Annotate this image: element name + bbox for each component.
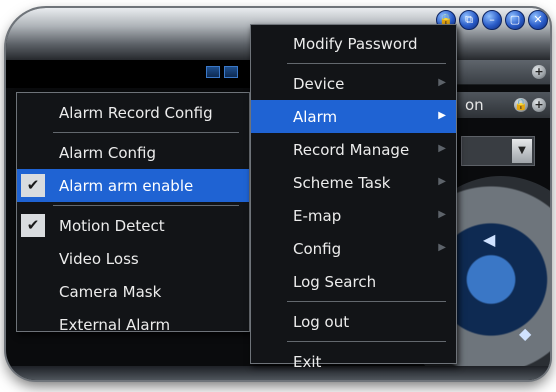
menu-item-alarm-record-config[interactable]: Alarm Record Config — [17, 96, 249, 129]
menu-item-exit[interactable]: Exit — [251, 345, 456, 378]
menu-item-label: Alarm Config — [59, 143, 157, 162]
menu-item-alarm[interactable]: Alarm ▶ — [251, 100, 456, 133]
submenu-arrow-icon: ▶ — [438, 77, 446, 88]
menu-item-label: Config — [293, 239, 342, 258]
menu-item-log-out[interactable]: Log out — [251, 305, 456, 338]
panel-lock-icon[interactable]: 🔒 — [514, 98, 528, 112]
menu-item-e-map[interactable]: E-map ▶ — [251, 199, 456, 232]
layout-single-icon[interactable] — [206, 66, 220, 78]
preset-dropdown[interactable]: ▼ — [461, 136, 535, 166]
close-icon[interactable]: ✕ — [528, 10, 548, 30]
restore-icon[interactable]: ⧉ — [459, 10, 479, 30]
menu-item-label: Modify Password — [293, 34, 418, 53]
menu-item-label: Device — [293, 74, 345, 93]
menu-item-scheme-task[interactable]: Scheme Task ▶ — [251, 166, 456, 199]
panel-title-partial: on — [465, 96, 484, 114]
menu-item-device[interactable]: Device ▶ — [251, 67, 456, 100]
submenu-arrow-icon: ▶ — [438, 176, 446, 187]
panel-title-bar: on 🔒 + — [451, 92, 550, 118]
menu-item-label: Camera Mask — [59, 282, 162, 301]
menu-separator — [287, 301, 446, 302]
submenu-arrow-icon: ▶ — [438, 143, 446, 154]
ptz-up-arrow-icon[interactable]: ◀ — [483, 230, 495, 249]
menu-item-label: Record Manage — [293, 140, 410, 159]
menu-item-config[interactable]: Config ▶ — [251, 232, 456, 265]
menu-separator — [53, 132, 239, 133]
checkmark-icon: ✔ — [21, 174, 45, 197]
layout-switcher — [206, 66, 238, 80]
menu-item-camera-mask[interactable]: Camera Mask — [17, 275, 249, 308]
device-panel-header: + — [451, 60, 550, 85]
menu-item-label: Log out — [293, 312, 350, 331]
menu-item-label: Log Search — [293, 272, 377, 291]
expand-icon[interactable]: + — [532, 65, 546, 79]
menu-item-alarm-arm-enable[interactable]: ✔ Alarm arm enable — [17, 169, 249, 202]
menu-item-log-search[interactable]: Log Search — [251, 265, 456, 298]
main-menu: Modify Password Device ▶ Alarm ▶ Record … — [250, 24, 457, 371]
menu-separator — [287, 341, 446, 342]
menu-item-alarm-config[interactable]: Alarm Config — [17, 136, 249, 169]
layout-quad-icon[interactable] — [224, 66, 238, 78]
panel-expand-icon[interactable]: + — [532, 98, 546, 112]
submenu-arrow-icon: ▶ — [438, 110, 446, 121]
menu-item-video-loss[interactable]: Video Loss — [17, 242, 249, 275]
menu-item-motion-detect[interactable]: ✔ Motion Detect — [17, 209, 249, 242]
menu-item-label: Exit — [293, 352, 322, 371]
menu-item-label: Motion Detect — [59, 216, 165, 235]
submenu-arrow-icon: ▶ — [438, 209, 446, 220]
minimize-icon[interactable]: – — [482, 10, 502, 30]
menu-item-external-alarm[interactable]: External Alarm — [17, 308, 249, 341]
menu-item-label: Alarm Record Config — [59, 103, 213, 122]
menu-item-label: E-map — [293, 206, 342, 225]
chevron-down-icon[interactable]: ▼ — [512, 139, 532, 163]
menu-item-label: Video Loss — [59, 249, 139, 268]
maximize-icon[interactable]: ▢ — [505, 10, 525, 30]
menu-item-modify-password[interactable]: Modify Password — [251, 27, 456, 60]
menu-separator — [53, 205, 239, 206]
menu-separator — [287, 63, 446, 64]
menu-item-record-manage[interactable]: Record Manage ▶ — [251, 133, 456, 166]
menu-item-label: Scheme Task — [293, 173, 391, 192]
submenu-arrow-icon: ▶ — [438, 242, 446, 253]
alarm-submenu: Alarm Record Config Alarm Config ✔ Alarm… — [16, 92, 250, 334]
menu-item-label: External Alarm — [59, 315, 171, 334]
checkmark-icon: ✔ — [21, 214, 45, 237]
ptz-right-arrow-icon[interactable]: ◆ — [519, 324, 531, 343]
menu-item-label: Alarm — [293, 107, 338, 126]
menu-item-label: Alarm arm enable — [59, 176, 194, 195]
